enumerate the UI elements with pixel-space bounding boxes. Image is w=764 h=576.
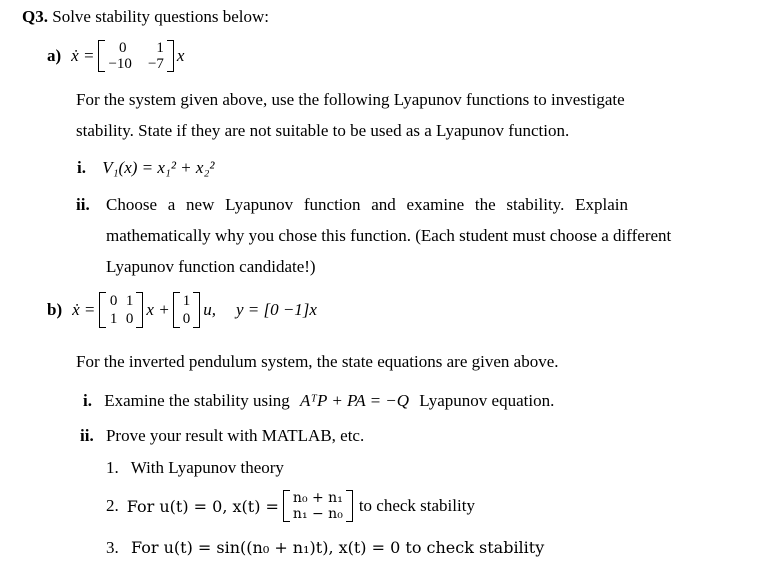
part-b-item-i: i. Examine the stability using AᵀP + PA … xyxy=(83,391,555,410)
question-label: Q3. xyxy=(22,7,48,26)
part-a-item-i: i. V₁(x) = x₁² + x₂² xyxy=(77,158,215,177)
part-b-subitem-2: 2. For u(t) = 0, x(t) = n₀ + n₁ n₁ − n₀ … xyxy=(106,490,475,522)
part-a-label: a) xyxy=(47,46,62,65)
matrix-row: 0 1 xyxy=(118,40,164,56)
part-b-matrix-b: 1 0 xyxy=(172,292,201,328)
part-b-x-plus: x + xyxy=(146,300,170,319)
part-a-paragraph-line1: For the system given above, use the foll… xyxy=(76,90,625,109)
lyapunov-equation: AᵀP + PA = −Q xyxy=(300,391,410,410)
part-b-lhs: ẋ = xyxy=(72,300,96,319)
matrix-row: 0 1 xyxy=(109,293,134,309)
part-a-lhs: ẋ = xyxy=(71,46,95,65)
vector-entry: n₁ − n₀ xyxy=(292,506,343,522)
vector-entry: n₀ + n₁ xyxy=(292,490,343,506)
part-b-label: b) xyxy=(47,300,63,319)
question-heading: Q3. Solve stability questions below: xyxy=(22,7,269,27)
part-b-output-equation: y = [0 −1]x xyxy=(235,300,317,319)
matrix-row: −10 −7 xyxy=(108,56,164,72)
part-b-paragraph: For the inverted pendulum system, the st… xyxy=(76,352,559,371)
part-a-matrix: 0 1 −10 −7 xyxy=(98,40,174,72)
part-a-paragraph-line2: stability. State if they are not suitabl… xyxy=(76,121,570,140)
lyapunov-function-v1: V₁(x) = x₁² + x₂² xyxy=(102,158,215,177)
part-a-rhs: x xyxy=(176,46,185,65)
part-b-equation: b) ẋ = 0 1 1 0 x + 1 0 u, y = [0 −1]x xyxy=(47,292,317,328)
part-b-matrix-a: 0 1 1 0 xyxy=(99,292,144,328)
state-vector: n₀ + n₁ n₁ − n₀ xyxy=(282,490,353,522)
part-b-u: u, xyxy=(203,300,216,319)
part-b-subitem-1: 1. With Lyapunov theory xyxy=(106,458,284,477)
part-b-item-ii: ii. Prove your result with MATLAB, etc. xyxy=(80,426,365,445)
part-b-subitem-3: 3. For u(t) = sin((n₀ + n₁)t), x(t) = 0 … xyxy=(106,538,545,557)
part-a-item-ii-line2: mathematically why you chose this functi… xyxy=(106,226,672,245)
part-a-item-ii-line3: Lyapunov function candidate!) xyxy=(106,257,316,276)
matrix-row: 1 0 xyxy=(109,311,134,327)
part-a-equation: a) ẋ = 0 1 −10 −7 x xyxy=(47,40,184,72)
part-a-item-ii: ii. xyxy=(76,195,90,214)
question-title: Solve stability questions below: xyxy=(52,7,269,26)
part-a-item-ii-line1: Choose a new Lyapunov function and exami… xyxy=(106,195,628,214)
